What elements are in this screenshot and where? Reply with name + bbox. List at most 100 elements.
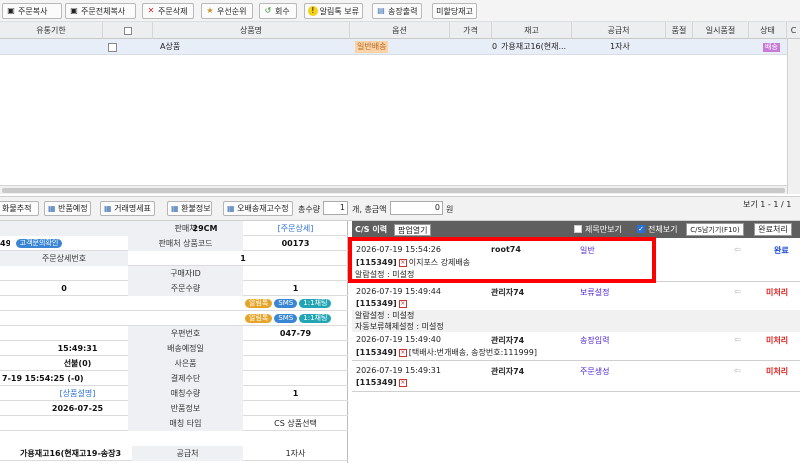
return-planned-button[interactable]: ▦ 반품예정 bbox=[44, 201, 91, 216]
col-stock[interactable]: 재고 bbox=[492, 22, 572, 39]
detail-label: 사은품 bbox=[128, 356, 243, 371]
currency-label: 원 bbox=[446, 205, 454, 214]
delete-order-button[interactable]: ✕ 주문삭제 bbox=[142, 3, 194, 19]
cs-entry-status: 미처리 bbox=[766, 336, 789, 345]
order-no-suffix: 49 bbox=[0, 239, 10, 248]
alimtalk-hold-button[interactable]: ! 알림톡 보류 bbox=[304, 3, 363, 19]
row-supplier: 1자사 bbox=[610, 42, 630, 51]
detail-row: 매칭 타입 CS 상품선택 bbox=[0, 416, 348, 431]
refund-info-button[interactable]: ▦ 환불정보 bbox=[167, 201, 212, 216]
cs-entry-time: 2026-07-19 15:49:44 bbox=[356, 287, 441, 296]
cs-entry-status: 완료 bbox=[774, 246, 789, 255]
cs-entry[interactable]: 2026-07-19 15:49:44 관리자74 보류설정 ⇦ 미처리 [11… bbox=[352, 284, 800, 332]
sms-chip[interactable]: SMS bbox=[274, 299, 298, 308]
col-option[interactable]: 옵션 bbox=[350, 22, 450, 39]
detail-label: 반품정보 bbox=[128, 401, 243, 416]
cs-entry[interactable]: 2026-07-19 15:49:31 관리자74 주문생성 ⇦ 미처리 [11… bbox=[352, 363, 800, 392]
col-price[interactable]: 가격 bbox=[450, 22, 492, 39]
cs-save-button[interactable]: C/S남기기(F10) bbox=[686, 223, 744, 236]
col-select-all[interactable] bbox=[103, 22, 153, 39]
detail-label: 공급처 bbox=[132, 446, 243, 461]
title-only-checkbox[interactable] bbox=[574, 225, 582, 233]
delete-icon[interactable]: × bbox=[398, 378, 407, 387]
recall-button[interactable]: ↺ 회수 bbox=[259, 3, 297, 19]
cargo-tracking-button[interactable]: 화물추적 bbox=[0, 201, 39, 216]
detail-row: [상품설명] 매칭수량 1 bbox=[0, 386, 348, 401]
contact-chips: 알림톡 SMS 1:1채팅 bbox=[243, 311, 348, 326]
unassigned-stock-button[interactable]: 미할당재고 bbox=[432, 3, 477, 19]
supplier-value: 1자사 bbox=[285, 449, 306, 458]
detail-label: 주문상세번호 bbox=[0, 251, 128, 266]
detail-row: 알림톡 SMS 1:1채팅 bbox=[0, 311, 348, 326]
total-qty-field[interactable]: 1 bbox=[323, 201, 348, 215]
detail-label: 결제수단 bbox=[128, 371, 243, 386]
col-soldout[interactable]: 품절 bbox=[666, 22, 693, 39]
total-qty-label: 총수량 bbox=[298, 205, 321, 214]
cs-entry-note: 자동보류해제설정 : 미설정 bbox=[352, 321, 800, 332]
popup-open-button[interactable]: 팝업열기 bbox=[394, 224, 432, 236]
cs-entry-body: [115349] × bbox=[356, 299, 409, 308]
misdelivery-stock-button[interactable]: ▦ 오배송재고수정 bbox=[223, 201, 293, 216]
delete-icon: ✕ bbox=[147, 6, 155, 15]
col-product[interactable]: 상품명 bbox=[153, 22, 350, 39]
row-checkbox[interactable] bbox=[108, 43, 117, 52]
detail-row: 구매자ID bbox=[0, 266, 348, 281]
chat-chip[interactable]: 1:1채팅 bbox=[299, 299, 332, 308]
table-row[interactable]: A상품 일반배송 0 가용재고16(현재... 1자사 배송 bbox=[0, 39, 787, 55]
priority-button[interactable]: ★ 우선순위 bbox=[201, 3, 253, 19]
detail-label: 매칭수량 bbox=[128, 386, 243, 401]
select-all-checkbox[interactable] bbox=[123, 26, 132, 35]
cs-entry[interactable]: 2026-07-19 15:49:40 관리자74 송장입력 ⇦ 미처리 [11… bbox=[352, 332, 800, 361]
col-extra[interactable]: C bbox=[787, 22, 800, 39]
delete-icon[interactable]: × bbox=[398, 348, 407, 357]
contact-chips: 알림톡 SMS 1:1채팅 bbox=[243, 296, 348, 311]
col-supplier[interactable]: 공급처 bbox=[572, 22, 666, 39]
detail-row: 가용재고16(현재고19-송장3 공급처 1자사 bbox=[0, 446, 348, 461]
cs-entry-body: [115349] × bbox=[356, 378, 409, 387]
col-temp-soldout[interactable]: 일시품절 bbox=[693, 22, 749, 39]
total-amount-label: 개, 총금액 bbox=[352, 205, 387, 214]
print-icon: ▤ bbox=[377, 6, 385, 15]
print-invoice-button[interactable]: ▤ 송장출력 bbox=[372, 3, 422, 19]
grid-vertical-scrollbar[interactable] bbox=[787, 39, 800, 194]
all-view-checkbox[interactable]: ✓ bbox=[637, 225, 645, 233]
scroll-thumb[interactable] bbox=[2, 188, 785, 193]
reply-icon[interactable]: ⇦ bbox=[734, 335, 741, 344]
detail-row: 2026-07-25 반품정보 bbox=[0, 401, 348, 416]
copy-order-button[interactable]: ▣ 주문복사 bbox=[2, 3, 62, 19]
cs-entry-code: [115349] bbox=[356, 378, 397, 387]
matching-quantity: 1 bbox=[292, 389, 299, 398]
cs-entry-user: 관리자74 bbox=[491, 288, 525, 297]
copy-icon: ▣ bbox=[7, 6, 15, 15]
alimtalk-chip[interactable]: 알림톡 bbox=[245, 314, 273, 323]
order-grid-header: 유통기한 상품명 옵션 가격 재고 공급처 품절 일시품절 상태 C bbox=[0, 22, 800, 39]
reply-icon[interactable]: ⇦ bbox=[734, 287, 741, 296]
detail-label: 판매처 상품코드 bbox=[128, 236, 243, 251]
col-expiry[interactable]: 유통기한 bbox=[0, 22, 103, 39]
statement-button[interactable]: ▦ 거래명세표 bbox=[100, 201, 155, 216]
copy-all-orders-button[interactable]: ▣ 주문전체복사 bbox=[65, 3, 136, 19]
order-detail-link[interactable]: [주문상세] bbox=[243, 221, 348, 236]
reply-icon[interactable]: ⇦ bbox=[734, 366, 741, 375]
order-detail-table: 판매처 29CM [주문상세] 49 고객문의확인 판매처 상품코드 00173… bbox=[0, 221, 348, 463]
customer-inquiry-chip[interactable]: 고객문의확인 bbox=[15, 239, 63, 248]
complete-button[interactable]: 완료처리 bbox=[754, 223, 792, 236]
stock-edit-icon: ▦ bbox=[227, 204, 235, 213]
col-status[interactable]: 상태 bbox=[749, 22, 787, 39]
seller-value: 29CM bbox=[192, 224, 218, 233]
row-product: A상품 bbox=[160, 42, 181, 51]
detail-label: 구매자ID bbox=[128, 266, 243, 281]
sms-chip[interactable]: SMS bbox=[274, 314, 298, 323]
delete-icon[interactable]: × bbox=[398, 299, 407, 308]
detail-row: 우편번호 047-79 bbox=[0, 326, 348, 341]
statement-icon: ▦ bbox=[104, 204, 112, 213]
all-view-label: 전체보기 bbox=[648, 225, 678, 234]
chat-chip[interactable]: 1:1채팅 bbox=[299, 314, 332, 323]
total-amount-field[interactable]: 0 bbox=[390, 201, 443, 215]
grid-horizontal-scrollbar[interactable] bbox=[0, 185, 787, 194]
detail-toolbar: 화물추적 ▦ 반품예정 ▦ 거래명세표 ▦ 환불정보 ▦ 오배송재고수정 총수량… bbox=[0, 196, 800, 221]
detail-row: 7-19 15:54:25 (-0) 결제수단 bbox=[0, 371, 348, 386]
reply-icon[interactable]: ⇦ bbox=[734, 245, 741, 254]
alimtalk-chip[interactable]: 알림톡 bbox=[245, 299, 273, 308]
order-quantity: 1 bbox=[292, 284, 299, 293]
